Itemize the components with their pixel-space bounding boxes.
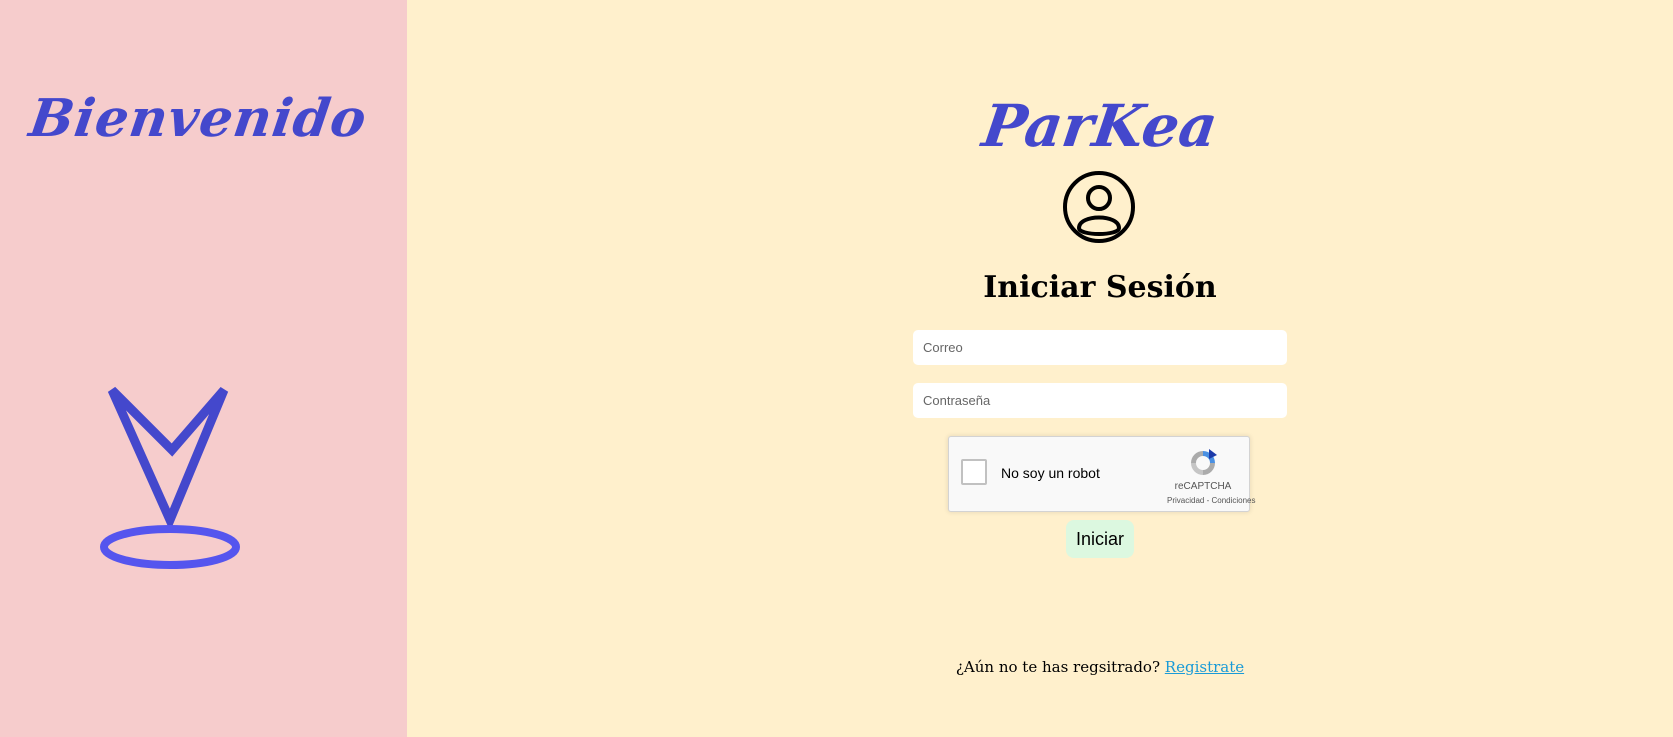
recaptcha-links: Privacidad - Condiciones (1167, 496, 1256, 505)
register-link[interactable]: Registrate (1165, 658, 1244, 676)
brand-wrap: ParKea (900, 92, 1300, 172)
login-title: Iniciar Sesión (983, 270, 1217, 305)
recaptcha-terms-link[interactable]: Condiciones (1211, 496, 1255, 505)
user-circle-icon (1063, 171, 1135, 243)
login-button[interactable]: Iniciar (1066, 520, 1134, 558)
register-prompt-text: ¿Aún no te has regsitrado? (955, 658, 1161, 676)
recaptcha-privacy-link[interactable]: Privacidad (1167, 496, 1204, 505)
map-pin-logo-icon (100, 386, 240, 569)
welcome-heading: Bienvenido (25, 88, 371, 149)
recaptcha-checkbox[interactable] (961, 459, 987, 485)
recaptcha-logo: reCAPTCHA Privacidad - Condiciones (1167, 447, 1256, 505)
welcome-panel: Bienvenido (0, 0, 407, 737)
password-field[interactable] (913, 383, 1287, 418)
login-page: Bienvenido ParKea Iniciar Sesión No soy … (0, 0, 1673, 737)
email-field[interactable] (913, 330, 1287, 365)
recaptcha-label: No soy un robot (1001, 465, 1100, 481)
recaptcha-icon (1191, 449, 1217, 475)
recaptcha-widget: No soy un robot reCAPTCHA Privacidad - C… (948, 436, 1256, 512)
recaptcha-brand: reCAPTCHA (1174, 481, 1232, 492)
register-prompt: ¿Aún no te has regsitrado? Registrate (913, 658, 1287, 676)
brand-name: ParKea (978, 92, 1222, 160)
